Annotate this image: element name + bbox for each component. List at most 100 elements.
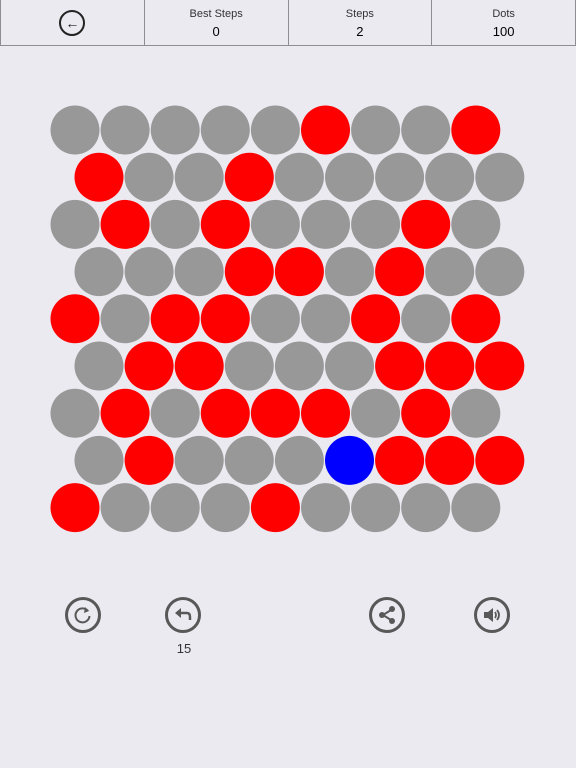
gray-dot[interactable] <box>150 105 200 155</box>
red-dot[interactable] <box>50 294 100 344</box>
red-dot[interactable] <box>224 152 274 202</box>
undo-button[interactable] <box>165 597 201 633</box>
red-dot[interactable] <box>274 247 324 297</box>
red-dot[interactable] <box>475 435 525 485</box>
red-dot[interactable] <box>375 341 425 391</box>
red-dot[interactable] <box>50 483 100 533</box>
gray-dot[interactable] <box>150 483 200 533</box>
red-dot[interactable] <box>174 341 224 391</box>
gray-dot[interactable] <box>301 199 350 249</box>
dots-value: 100 <box>492 24 515 39</box>
red-dot[interactable] <box>74 152 124 202</box>
undo-count: 15 <box>176 641 192 656</box>
gray-dot[interactable] <box>351 105 401 155</box>
gray-dot[interactable] <box>325 247 374 297</box>
gray-dot[interactable] <box>301 294 350 344</box>
restart-button[interactable] <box>65 597 101 633</box>
gray-dot[interactable] <box>224 435 274 485</box>
gray-dot[interactable] <box>100 483 150 533</box>
gray-dot[interactable] <box>150 388 200 438</box>
red-dot[interactable] <box>475 341 525 391</box>
top-bar: ← Best Steps 0 Steps 2 Dots 100 <box>0 0 576 46</box>
gray-dot[interactable] <box>224 341 274 391</box>
share-button[interactable] <box>369 597 405 633</box>
red-dot[interactable] <box>351 294 401 344</box>
red-dot[interactable] <box>100 199 150 249</box>
share-icon <box>379 606 395 624</box>
gray-dot[interactable] <box>74 247 124 297</box>
gray-dot[interactable] <box>401 294 451 344</box>
gray-dot[interactable] <box>401 483 451 533</box>
red-dot[interactable] <box>401 388 451 438</box>
gray-dot[interactable] <box>200 483 250 533</box>
gray-dot[interactable] <box>50 105 100 155</box>
steps-value: 2 <box>356 24 364 39</box>
gray-dot[interactable] <box>200 105 250 155</box>
gray-dot[interactable] <box>174 247 224 297</box>
player-dot[interactable] <box>325 435 374 485</box>
gray-dot[interactable] <box>100 294 150 344</box>
back-arrow-icon[interactable]: ← <box>59 9 86 36</box>
red-dot[interactable] <box>301 388 350 438</box>
gray-dot[interactable] <box>124 152 174 202</box>
gray-dot[interactable] <box>451 388 501 438</box>
gray-dot[interactable] <box>375 152 425 202</box>
red-dot[interactable] <box>200 199 250 249</box>
gray-dot[interactable] <box>351 199 401 249</box>
red-dot[interactable] <box>200 388 250 438</box>
gray-dot[interactable] <box>74 341 124 391</box>
gray-dot[interactable] <box>50 388 100 438</box>
best-steps-label: Best Steps <box>189 8 243 20</box>
gray-dot[interactable] <box>451 483 501 533</box>
gray-dot[interactable] <box>250 105 300 155</box>
gray-dot[interactable] <box>174 152 224 202</box>
dots-stat: Dots 100 <box>432 0 576 45</box>
red-dot[interactable] <box>301 105 350 155</box>
sound-icon <box>484 608 500 622</box>
steps-label: Steps <box>345 8 374 20</box>
gray-dot[interactable] <box>74 435 124 485</box>
gray-dot[interactable] <box>475 247 525 297</box>
gray-dot[interactable] <box>475 152 525 202</box>
gray-dot[interactable] <box>274 341 324 391</box>
red-dot[interactable] <box>150 294 200 344</box>
gray-dot[interactable] <box>325 152 374 202</box>
red-dot[interactable] <box>375 247 425 297</box>
red-dot[interactable] <box>451 105 501 155</box>
restart-icon <box>74 607 91 624</box>
gray-dot[interactable] <box>250 199 300 249</box>
red-dot[interactable] <box>401 199 451 249</box>
gray-dot[interactable] <box>50 199 100 249</box>
red-dot[interactable] <box>425 341 475 391</box>
red-dot[interactable] <box>124 435 174 485</box>
red-dot[interactable] <box>224 247 274 297</box>
gray-dot[interactable] <box>150 199 200 249</box>
gray-dot[interactable] <box>351 388 401 438</box>
red-dot[interactable] <box>375 435 425 485</box>
gray-dot[interactable] <box>274 152 324 202</box>
gray-dot[interactable] <box>351 483 401 533</box>
gray-dot[interactable] <box>425 152 475 202</box>
gray-dot[interactable] <box>250 294 300 344</box>
gray-dot[interactable] <box>451 199 501 249</box>
red-dot[interactable] <box>124 341 174 391</box>
red-dot[interactable] <box>250 483 300 533</box>
gray-dot[interactable] <box>124 247 174 297</box>
gray-dot[interactable] <box>325 341 374 391</box>
gray-dot[interactable] <box>274 435 324 485</box>
game-board <box>50 105 525 533</box>
red-dot[interactable] <box>451 294 501 344</box>
red-dot[interactable] <box>250 388 300 438</box>
best-steps-value: 0 <box>212 24 220 39</box>
gray-dot[interactable] <box>174 435 224 485</box>
red-dot[interactable] <box>425 435 475 485</box>
gray-dot[interactable] <box>425 247 475 297</box>
sound-button[interactable] <box>474 597 510 633</box>
gray-dot[interactable] <box>100 105 150 155</box>
undo-icon <box>175 608 192 620</box>
gray-dot[interactable] <box>301 483 350 533</box>
red-dot[interactable] <box>100 388 150 438</box>
red-dot[interactable] <box>200 294 250 344</box>
gray-dot[interactable] <box>401 105 451 155</box>
best-steps-stat: Best Steps 0 <box>145 0 289 45</box>
